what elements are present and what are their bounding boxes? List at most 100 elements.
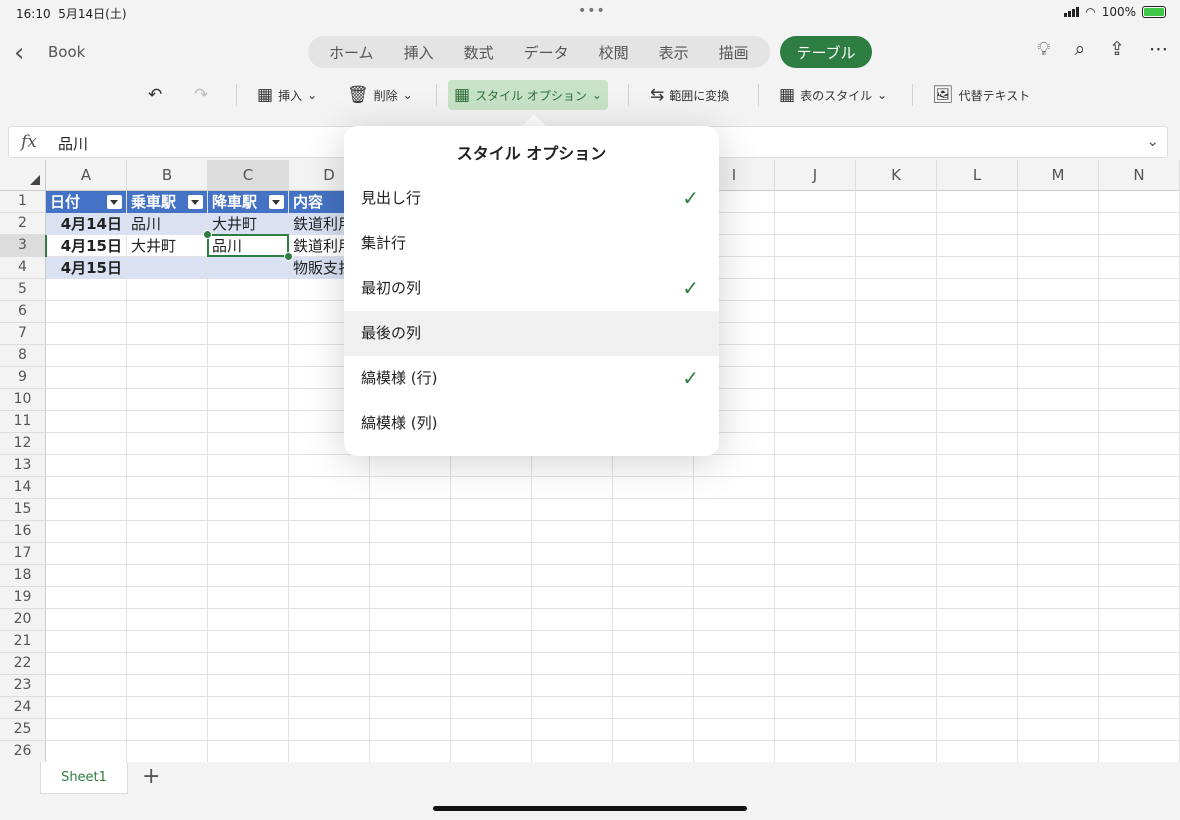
alt-text-button[interactable]: 🖼︎ 代替テキスト (932, 80, 1030, 110)
table-cell[interactable]: 4月14日 (46, 213, 126, 235)
column-header-k[interactable]: K (856, 160, 937, 191)
column-header-c[interactable]: C (208, 160, 289, 191)
more-icon[interactable]: ⋯ (1149, 38, 1168, 60)
tab-1[interactable]: 挿入 (389, 42, 449, 63)
sheet-tab-sheet1[interactable]: Sheet1 (40, 762, 128, 794)
row-header-16[interactable]: 16 (0, 521, 46, 543)
row-header-6[interactable]: 6 (0, 301, 46, 323)
column-header-l[interactable]: L (937, 160, 1018, 191)
search-icon[interactable]: ⌕ (1074, 38, 1085, 60)
table-cell[interactable]: 大井町 (208, 213, 288, 235)
back-label[interactable]: Book (48, 43, 85, 61)
row-header-4[interactable]: 4 (0, 257, 46, 279)
row-header-24[interactable]: 24 (0, 697, 46, 719)
table-cell[interactable]: 品川 (127, 213, 207, 235)
table-style-options-icon: ▦ (454, 85, 471, 105)
multitasking-dots[interactable]: ••• (578, 3, 606, 19)
row-header-11[interactable]: 11 (0, 411, 46, 433)
selection-handle[interactable] (284, 252, 293, 261)
filter-dropdown-icon[interactable] (188, 195, 203, 209)
row-header-22[interactable]: 22 (0, 653, 46, 675)
chevron-down-icon: ⌄ (307, 88, 318, 102)
undo-button[interactable]: ↶ (148, 80, 162, 110)
row-header-13[interactable]: 13 (0, 455, 46, 477)
row-header-12[interactable]: 12 (0, 433, 46, 455)
popover-arrow (522, 114, 546, 126)
column-header-a[interactable]: A (46, 160, 127, 191)
table-cell[interactable] (208, 257, 288, 279)
add-sheet-icon[interactable]: + (142, 764, 160, 789)
style-options-button[interactable]: ▦ スタイル オプション ⌄ (448, 80, 608, 110)
status-right: ◠ 100% (1064, 5, 1166, 19)
column-header-b[interactable]: B (127, 160, 208, 191)
tab-4[interactable]: 校閲 (584, 42, 644, 63)
column-header-j[interactable]: J (775, 160, 856, 191)
row-header-23[interactable]: 23 (0, 675, 46, 697)
convert-to-range-button[interactable]: ⇆ 範囲に変換 (650, 80, 729, 110)
column-header-n[interactable]: N (1099, 160, 1180, 191)
tab-table[interactable]: テーブル (780, 36, 872, 68)
filter-dropdown-icon[interactable] (269, 195, 284, 209)
redo-button[interactable]: ↷ (194, 80, 208, 110)
back-chevron-icon[interactable]: ‹ (14, 38, 24, 68)
home-indicator (433, 806, 747, 811)
style-option-item[interactable]: 集計行 (344, 221, 719, 266)
row-header-2[interactable]: 2 (0, 213, 46, 235)
table-cell[interactable]: 4月15日 (46, 257, 126, 279)
row-header-18[interactable]: 18 (0, 565, 46, 587)
table-insert-icon: ▦ (257, 85, 274, 105)
row-header-26[interactable]: 26 (0, 741, 46, 762)
chevron-down-icon[interactable]: ⌄ (1146, 132, 1159, 150)
row-header-17[interactable]: 17 (0, 543, 46, 565)
style-option-item[interactable]: 縞模様 (行) ✓ (344, 356, 719, 401)
row-header-7[interactable]: 7 (0, 323, 46, 345)
table-cell[interactable] (127, 257, 207, 279)
selection-handle[interactable] (203, 230, 212, 239)
tab-2[interactable]: 数式 (449, 42, 509, 63)
cellular-icon (1064, 7, 1080, 17)
row-header-8[interactable]: 8 (0, 345, 46, 367)
checkmark-icon: ✓ (682, 186, 699, 210)
column-header-m[interactable]: M (1018, 160, 1099, 191)
delete-button[interactable]: 🗑︎ 削除 ⌄ (347, 80, 413, 110)
row-header-15[interactable]: 15 (0, 499, 46, 521)
topbar-actions: 💡︎ ⌕ ⇪ ⋯ (1037, 38, 1168, 60)
row-header-1[interactable]: 1 (0, 191, 46, 213)
table-style-button[interactable]: ▦ 表のスタイル ⌄ (779, 80, 887, 110)
battery-icon (1142, 6, 1166, 18)
row-header-19[interactable]: 19 (0, 587, 46, 609)
convert-range-icon: ⇆ (650, 85, 665, 105)
style-option-item[interactable]: 最後の列 (344, 311, 719, 356)
tab-6[interactable]: 描画 (704, 42, 764, 63)
chevron-down-icon: ⌄ (591, 88, 602, 102)
selected-cell[interactable] (207, 234, 289, 257)
tab-5[interactable]: 表示 (644, 42, 704, 63)
style-option-item[interactable]: 縞模様 (列) (344, 401, 719, 446)
style-option-item[interactable]: 見出し行 ✓ (344, 176, 719, 221)
formula-input[interactable]: 品川 (58, 133, 88, 154)
table-cell[interactable]: 大井町 (127, 235, 207, 257)
style-option-label: 縞模様 (列) (361, 414, 438, 432)
lightbulb-icon[interactable]: 💡︎ (1037, 38, 1050, 60)
fx-label: fx (21, 132, 37, 152)
row-header-21[interactable]: 21 (0, 631, 46, 653)
row-header-3[interactable]: 3 (0, 235, 46, 257)
row-header-14[interactable]: 14 (0, 477, 46, 499)
tab-3[interactable]: データ (509, 42, 584, 63)
style-option-label: 縞模様 (行) (361, 369, 438, 387)
row-header-20[interactable]: 20 (0, 609, 46, 631)
sheet-bar: Sheet1 + (0, 762, 1180, 820)
style-options-popover: スタイル オプション 見出し行 ✓ 集計行 最初の列 ✓ 最後の列 縞模様 (行) ✓ 縞模様 … (344, 126, 719, 456)
tab-0[interactable]: ホーム (314, 42, 389, 63)
share-icon[interactable]: ⇪ (1109, 38, 1125, 60)
insert-button[interactable]: ▦ 挿入 ⌄ (257, 80, 317, 110)
table-cell[interactable]: 4月15日 (46, 235, 126, 257)
row-header-5[interactable]: 5 (0, 279, 46, 301)
style-option-item[interactable]: 最初の列 ✓ (344, 266, 719, 311)
row-header-9[interactable]: 9 (0, 367, 46, 389)
select-all-corner[interactable] (0, 160, 46, 191)
filter-dropdown-icon[interactable] (107, 195, 122, 209)
redo-icon: ↷ (194, 85, 209, 105)
row-header-25[interactable]: 25 (0, 719, 46, 741)
row-header-10[interactable]: 10 (0, 389, 46, 411)
